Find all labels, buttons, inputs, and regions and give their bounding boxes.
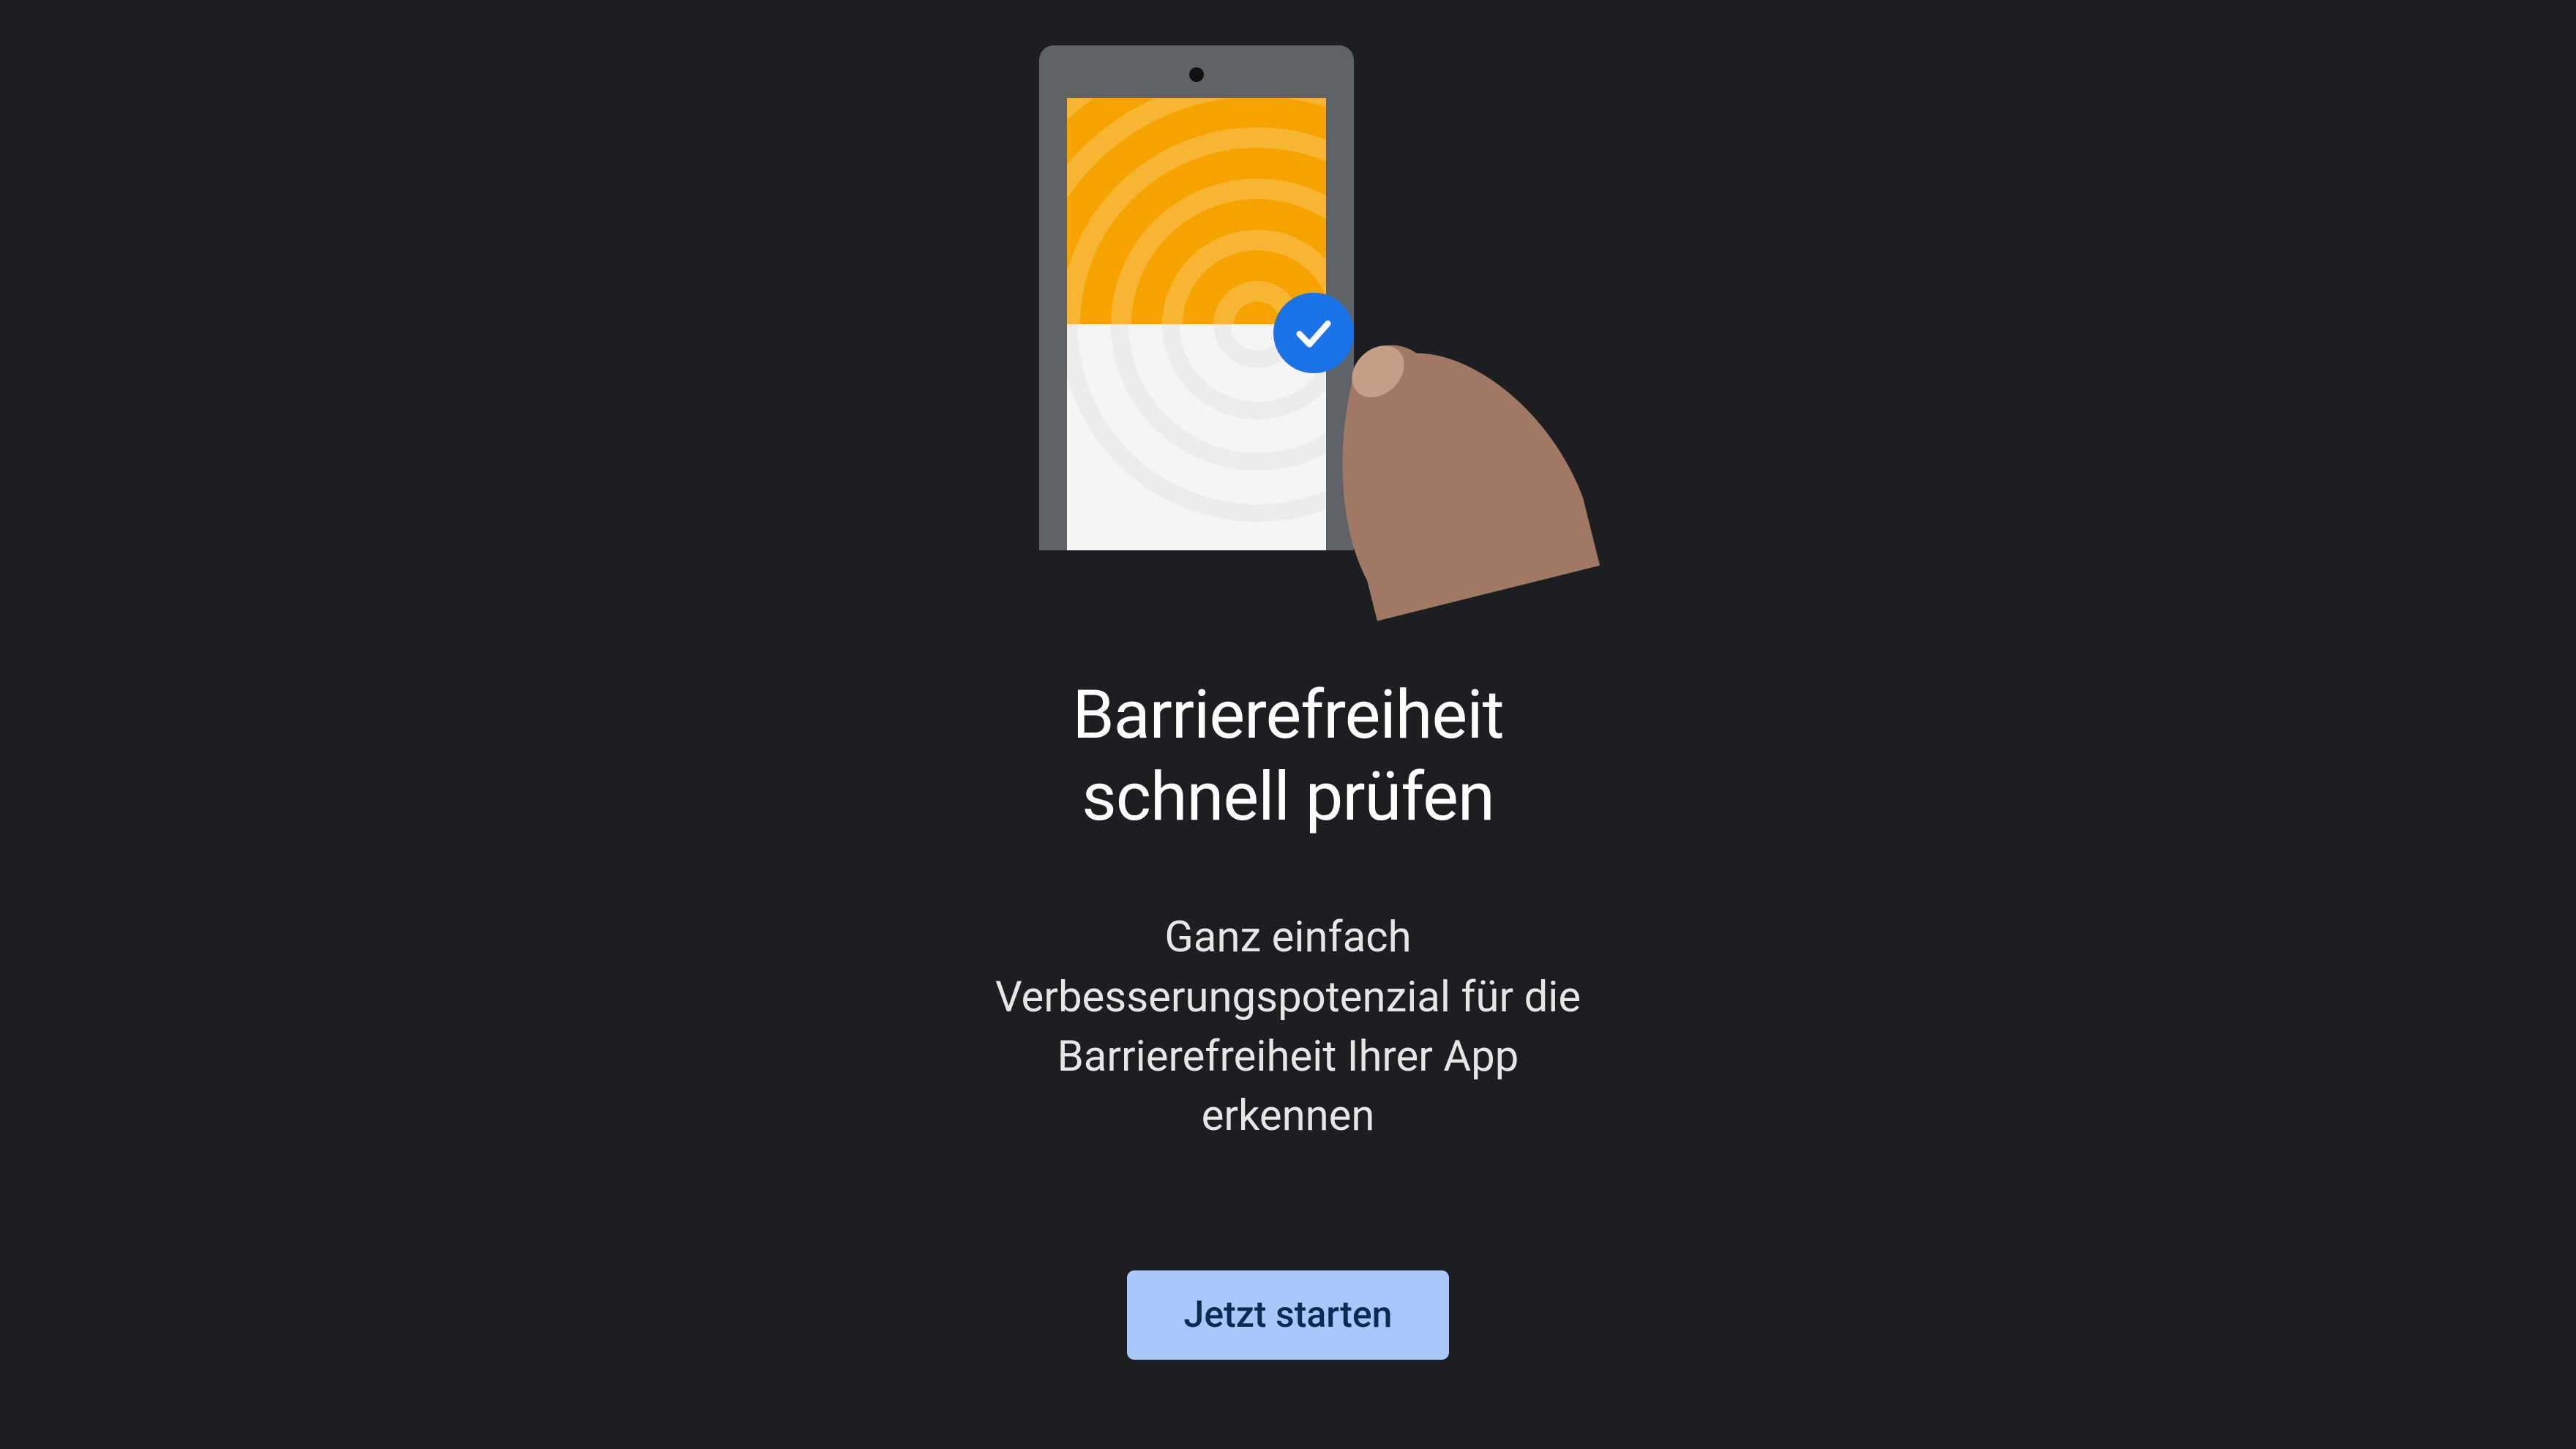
onboarding-subtext: Ganz einfach Verbesserungspotenzial für … — [981, 908, 1595, 1146]
get-started-button[interactable]: Jetzt starten — [1127, 1270, 1450, 1360]
onboarding-screen: Barrierefreiheit schnell prüfen Ganz ein… — [981, 45, 1595, 1360]
hero-illustration — [1046, 45, 1530, 543]
tablet-camera-icon — [1189, 67, 1204, 82]
onboarding-headline: Barrierefreiheit schnell prüfen — [1072, 675, 1503, 839]
